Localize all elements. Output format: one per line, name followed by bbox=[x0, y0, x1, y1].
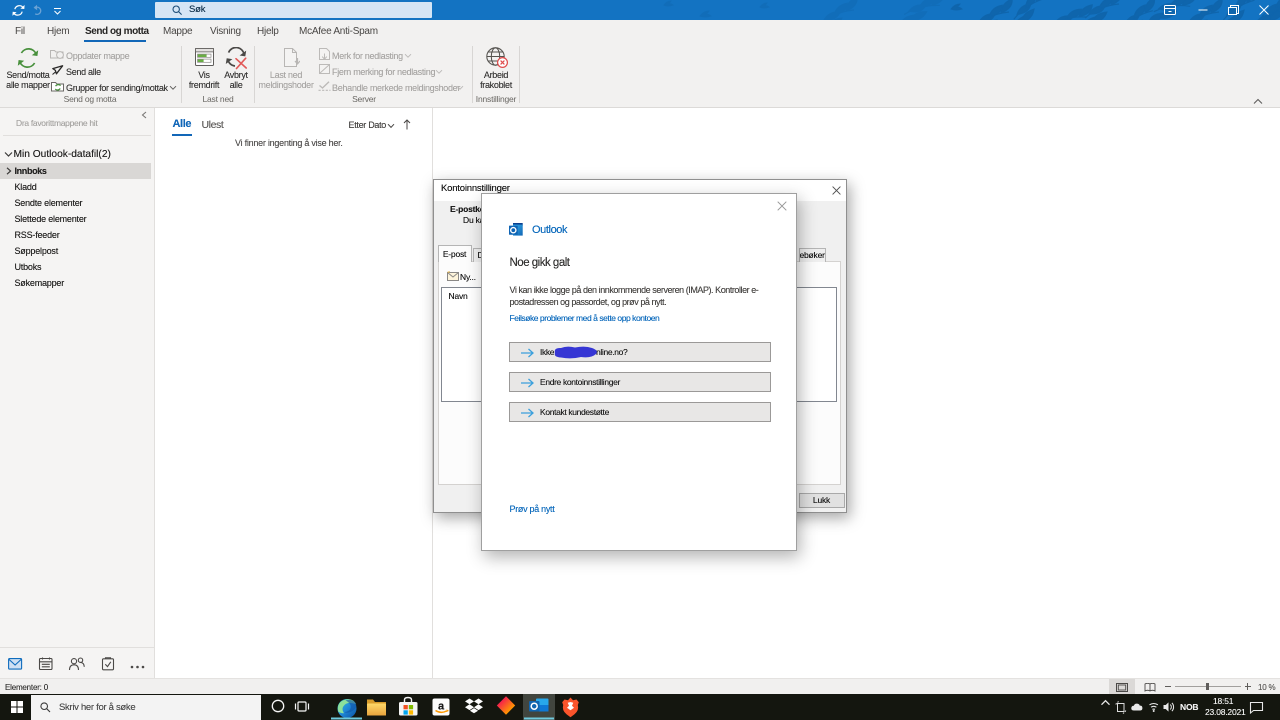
svg-text:a: a bbox=[438, 701, 445, 713]
